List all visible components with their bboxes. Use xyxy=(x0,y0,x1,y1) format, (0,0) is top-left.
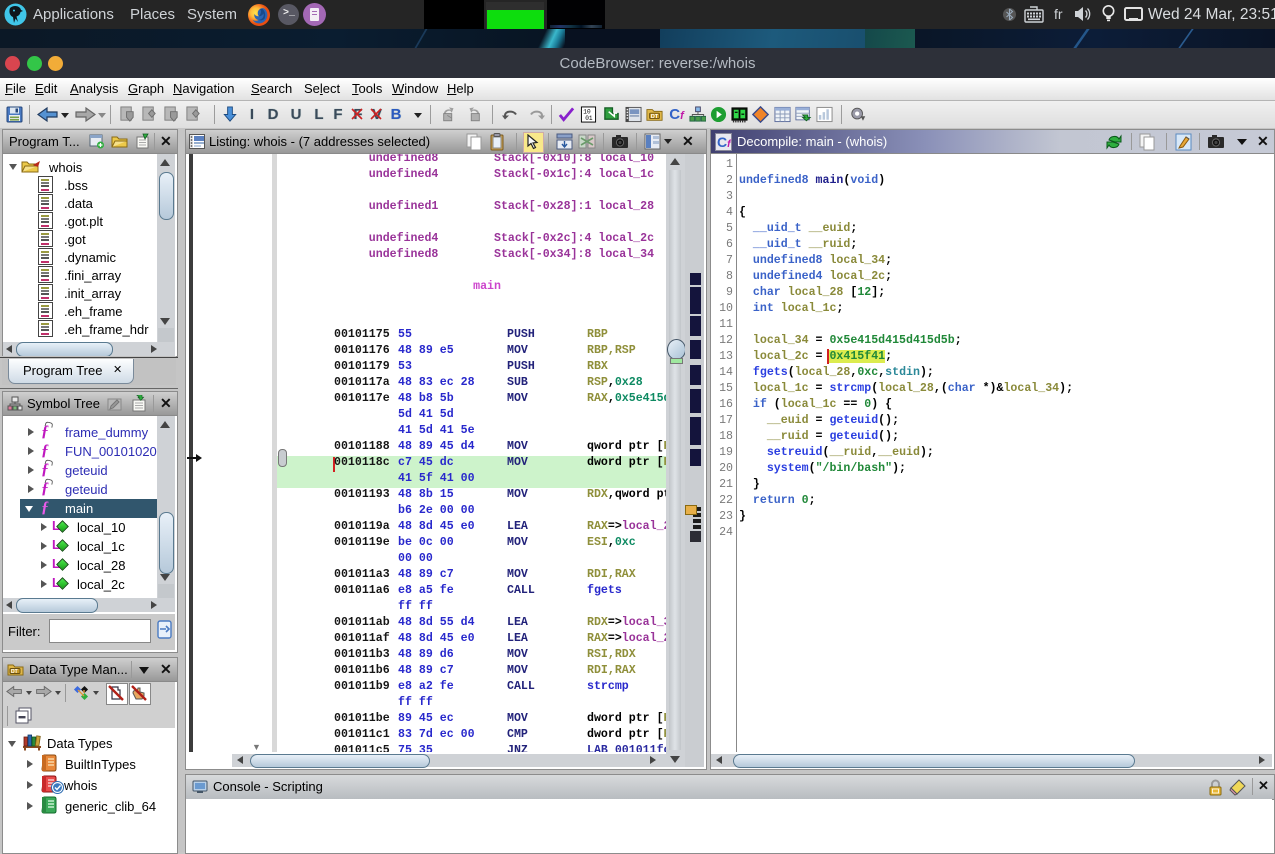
svg-text:DT: DT xyxy=(11,669,18,675)
svg-text:DT: DT xyxy=(651,114,659,120)
svg-text:01: 01 xyxy=(585,115,593,122)
